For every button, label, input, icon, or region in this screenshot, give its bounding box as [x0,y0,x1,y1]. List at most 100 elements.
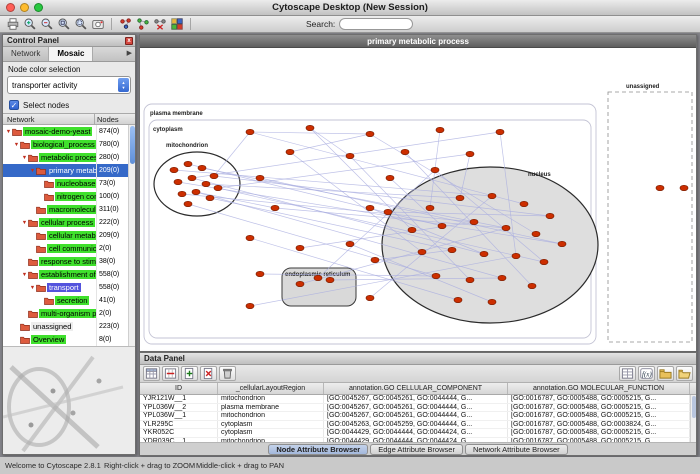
new-attribute-icon[interactable] [181,366,198,381]
select-attributes-icon[interactable] [143,366,160,381]
network-node[interactable] [314,275,322,280]
vizmapper-icon[interactable] [168,17,185,32]
tree-scrollbar[interactable] [128,125,135,346]
tree-item-overview[interactable]: Overview8(0) [3,333,135,346]
network-node[interactable] [366,295,374,300]
expand-arrow-icon[interactable]: ▼ [21,155,28,161]
open-folder-icon[interactable] [676,366,693,381]
network-node[interactable] [448,247,456,252]
network-node[interactable] [246,129,254,134]
network-node[interactable] [656,185,664,190]
network-node[interactable] [480,251,488,256]
network-node[interactable] [346,241,354,246]
network-node[interactable] [528,283,536,288]
network-node[interactable] [184,161,192,166]
network-node[interactable] [198,165,206,170]
tree-item-mosaic-demo-yeast[interactable]: ▼mosaic-demo-yeast874(0) [3,125,135,138]
network-node[interactable] [202,181,210,186]
control-panel-close-icon[interactable]: x [125,37,133,45]
network-node[interactable] [326,277,334,282]
network-node[interactable] [680,185,688,190]
tree-item-metabolic-process[interactable]: ▼metabolic process280(0) [3,151,135,164]
network-node[interactable] [306,125,314,130]
network-node[interactable] [401,149,409,154]
network-node[interactable] [436,127,444,132]
expand-arrow-icon[interactable]: ▼ [29,168,36,174]
tree-item-nucleobase[interactable]: nucleobase73(0) [3,177,135,190]
network-node[interactable] [246,235,254,240]
column-header-annotation-go-cellular-component[interactable]: annotation.GO CELLULAR_COMPONENT [324,383,508,394]
data-panel-scrollbar[interactable] [690,395,696,442]
unselect-attributes-icon[interactable] [162,366,179,381]
network-node[interactable] [366,205,374,210]
table-row[interactable]: YKR052Ccytoplasm[GO:0044429, GO:0044444,… [140,429,696,438]
tree-item-unassigned[interactable]: unassigned223(0) [3,320,135,333]
tree-item-macromolecule[interactable]: macromolecule311(0) [3,203,135,216]
network-node[interactable] [188,175,196,180]
network-node[interactable] [502,225,510,230]
network-canvas[interactable]: plasma membranecytoplasmmitochondrionnuc… [140,48,696,351]
tab-edge-attribute-browser[interactable]: Edge Attribute Browser [370,444,463,455]
network-node[interactable] [466,277,474,282]
tree-item-response-to-stimu[interactable]: response to stimu38(0) [3,255,135,268]
network-node[interactable] [296,281,304,286]
snapshot-icon[interactable] [89,17,106,32]
tree-item-cellular-metabo[interactable]: cellular metabo209(0) [3,229,135,242]
network-view-title[interactable]: primary metabolic process [140,35,696,48]
network-node[interactable] [558,241,566,246]
network-node[interactable] [210,173,218,178]
printer-icon[interactable] [4,17,21,32]
network-node[interactable] [431,167,439,172]
tree-item-cellular-process[interactable]: ▼cellular process222(0) [3,216,135,229]
minimize-button[interactable] [20,3,29,12]
expand-arrow-icon[interactable]: ▼ [29,285,36,291]
network-node[interactable] [540,259,548,264]
network-node[interactable] [496,129,504,134]
zoom-in-icon[interactable] [21,17,38,32]
destroy-network-icon[interactable] [151,17,168,32]
network-node[interactable] [456,195,464,200]
attribute-table-icon[interactable] [619,366,636,381]
tab-node-attribute-browser[interactable]: Node Attribute Browser [268,444,368,455]
network-node[interactable] [246,303,254,308]
select-nodes-checkbox[interactable]: ✓ [9,100,19,110]
column-header-id[interactable]: ID [140,383,218,394]
network-node[interactable] [371,257,379,262]
network-node[interactable] [488,299,496,304]
expand-arrow-icon[interactable]: ▼ [5,129,12,135]
tree-item-primary-metabo[interactable]: ▼primary metabo209(0) [3,164,135,177]
network-node[interactable] [366,131,374,136]
zoom-fit-icon[interactable] [72,17,89,32]
network-node[interactable] [296,245,304,250]
network-node[interactable] [386,175,394,180]
tab-overflow-arrow-icon[interactable]: ▶ [124,47,135,61]
network-node[interactable] [178,191,186,196]
network-node[interactable] [512,253,520,258]
network-node[interactable] [432,273,440,278]
close-button[interactable] [6,3,15,12]
network-node[interactable] [256,271,264,276]
zoom-selected-icon[interactable] [55,17,72,32]
network-node[interactable] [214,185,222,190]
table-row[interactable]: YLR295Ccytoplasm[GO:0045263, GO:0045259,… [140,421,696,430]
network-node[interactable] [438,223,446,228]
column-header-cellularlayoutregion[interactable]: _cellularLayoutRegion [218,383,324,394]
network-node[interactable] [426,205,434,210]
network-node[interactable] [418,249,426,254]
network-node[interactable] [192,189,200,194]
clear-attribute-icon[interactable] [219,366,236,381]
tree-item-establishment-of-lo[interactable]: ▼establishment of lo558(0) [3,268,135,281]
expand-arrow-icon[interactable]: ▼ [21,272,28,278]
network-node[interactable] [498,275,506,280]
expand-arrow-icon[interactable]: ▼ [13,142,20,148]
node-color-dropdown[interactable]: transporter activity ▲▼ [7,76,131,94]
table-row[interactable]: YJR121W__1mitochondrion[GO:0045267, GO:0… [140,395,696,404]
tree-item-cell-communicat[interactable]: cell communicat2(0) [3,242,135,255]
create-network-icon[interactable] [134,17,151,32]
network-node[interactable] [286,149,294,154]
function-builder-icon[interactable]: f(x) [638,366,655,381]
hide-selected-icon[interactable] [117,17,134,32]
network-node[interactable] [206,195,214,200]
zoom-out-icon[interactable] [38,17,55,32]
delete-attribute-icon[interactable] [200,366,217,381]
